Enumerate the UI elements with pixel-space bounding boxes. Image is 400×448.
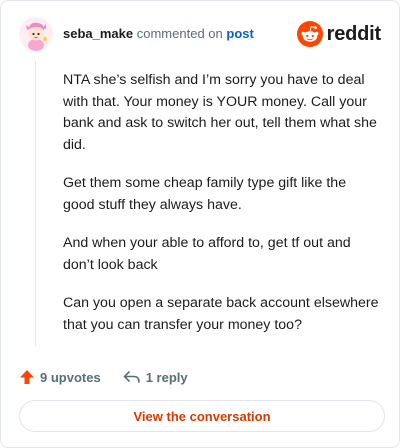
- comment-body: NTA she’s selfish and I’m sorry you have…: [63, 70, 381, 353]
- comment-embed-card: seba_make commented on post reddit NTA s…: [0, 0, 400, 448]
- upvote-count[interactable]: 9 upvotes: [19, 369, 101, 385]
- reddit-snoo-icon: [296, 21, 323, 47]
- comment-paragraph: And when your able to afford to, get tf …: [63, 235, 351, 273]
- post-link[interactable]: post: [226, 26, 253, 41]
- reddit-logo[interactable]: reddit: [296, 19, 382, 49]
- action-text: commented on: [136, 26, 223, 41]
- reply-label: 1 reply: [145, 369, 188, 385]
- reddit-wordmark: reddit: [326, 22, 382, 45]
- upvote-label: 9 upvotes: [40, 369, 101, 385]
- comment-paragraph: NTA she’s selfish and I’m sorry you have…: [63, 72, 377, 153]
- comment-meta: seba_make commented on post: [63, 26, 254, 41]
- user-avatar[interactable]: [19, 17, 53, 51]
- reply-count[interactable]: 1 reply: [123, 369, 188, 385]
- upvote-arrow-icon: [20, 370, 34, 384]
- avatar-character-icon: [19, 17, 53, 51]
- reply-arrow-icon: [123, 371, 140, 383]
- comment-header: seba_make commented on post reddit: [19, 17, 381, 51]
- view-conversation-button[interactable]: View the conversation: [19, 400, 385, 432]
- comment-paragraph: Get them some cheap family type gift lik…: [63, 175, 347, 213]
- comment-footer: 9 upvotes 1 reply: [19, 366, 188, 388]
- username-link[interactable]: seba_make: [63, 26, 133, 41]
- comment-paragraph: Can you open a separate back account els…: [63, 295, 379, 333]
- thread-line: [35, 61, 36, 346]
